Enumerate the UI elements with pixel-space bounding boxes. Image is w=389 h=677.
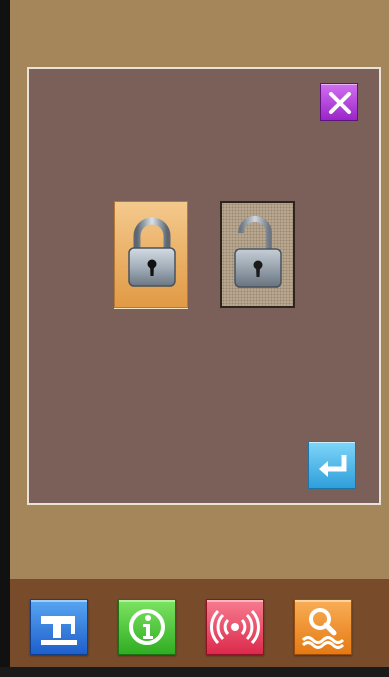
padlock-open-icon <box>234 216 282 288</box>
info-icon <box>129 609 165 645</box>
search-pattern-icon <box>301 608 345 649</box>
bottom-toolbar <box>10 579 389 667</box>
padlock-closed-icon <box>128 217 176 287</box>
sewing-button[interactable] <box>30 599 88 655</box>
enter-button[interactable] <box>308 441 356 489</box>
signal-button[interactable] <box>206 599 264 655</box>
screen-frame-bottom <box>0 667 389 677</box>
lock-option-unlocked[interactable] <box>220 201 295 308</box>
close-x-icon <box>329 92 351 114</box>
search-button[interactable] <box>294 599 352 655</box>
enter-return-arrow-icon <box>319 455 347 477</box>
lock-dialog <box>27 67 381 505</box>
screen-frame-left <box>0 0 10 677</box>
close-button[interactable] <box>320 83 358 121</box>
lock-option-locked[interactable] <box>114 201 188 308</box>
wireless-signal-icon <box>210 609 260 645</box>
info-button[interactable] <box>118 599 176 655</box>
sewing-machine-icon <box>41 616 77 645</box>
